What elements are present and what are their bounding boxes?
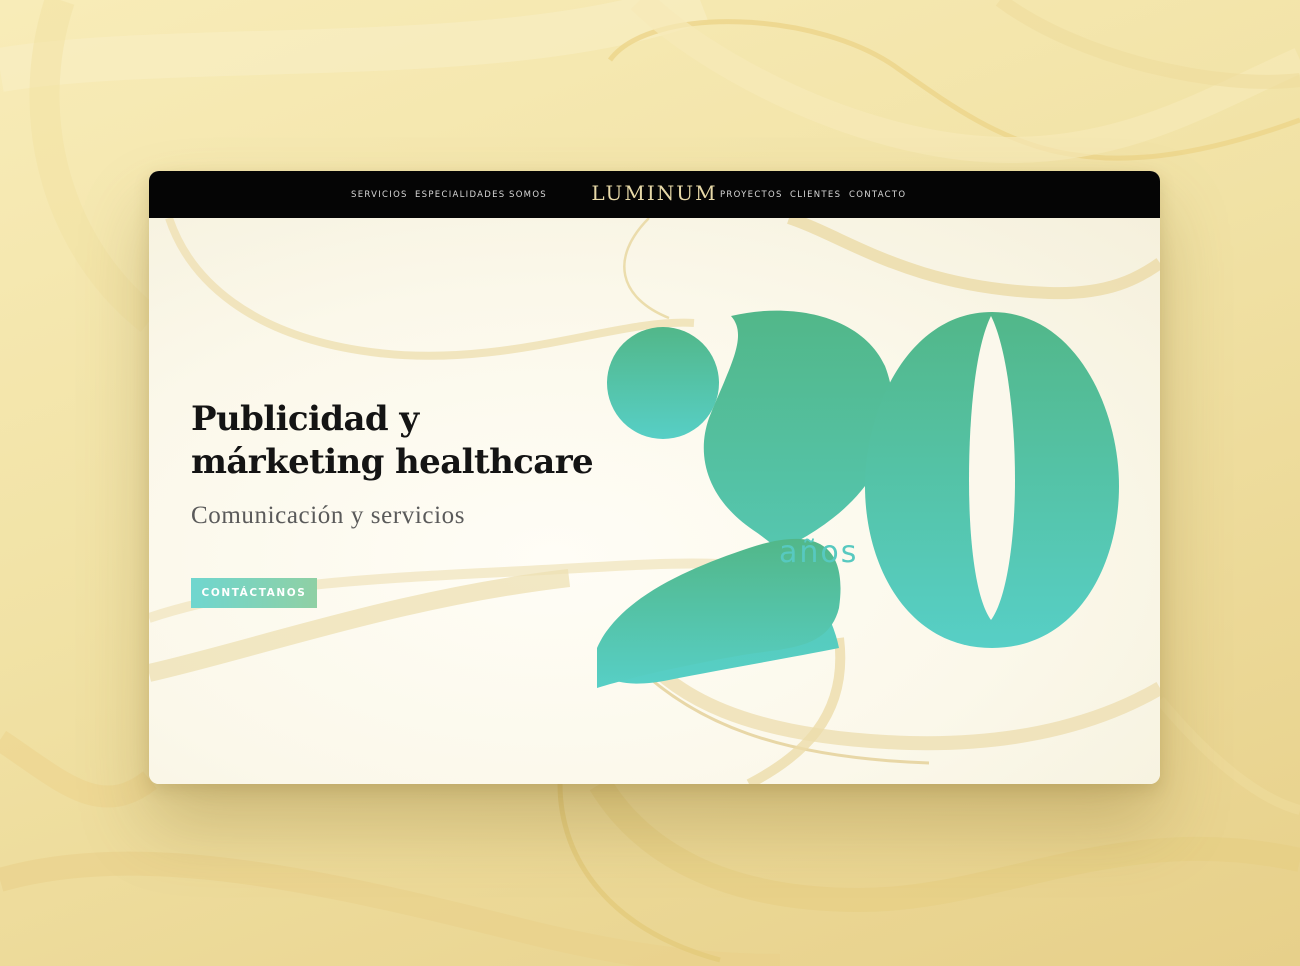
anniversary-years-label: años bbox=[779, 535, 858, 570]
site-logo[interactable]: LUMINUM bbox=[591, 181, 717, 205]
logo-wordmark-container: LUMINUM bbox=[149, 181, 1160, 205]
top-navbar: SERVICIOS ESPECIALIDADES SOMOS LUMINUM P… bbox=[149, 171, 1160, 218]
number-two-shape bbox=[597, 310, 893, 688]
hero-section: años Publicidad y márketing healthcare C… bbox=[149, 218, 1160, 784]
website-window: SERVICIOS ESPECIALIDADES SOMOS LUMINUM P… bbox=[149, 171, 1160, 784]
nav-link-somos[interactable]: SOMOS bbox=[509, 190, 547, 200]
number-zero-shape bbox=[865, 312, 1119, 648]
nav-link-servicios[interactable]: SERVICIOS bbox=[351, 190, 408, 200]
nav-link-contacto[interactable]: CONTACTO bbox=[849, 190, 906, 200]
nav-link-clientes[interactable]: CLIENTES bbox=[790, 190, 841, 200]
hero-subtitle: Comunicación y servicios bbox=[191, 502, 466, 529]
nav-link-proyectos[interactable]: PROYECTOS bbox=[720, 190, 783, 200]
contact-cta-button[interactable]: CONTÁCTANOS bbox=[191, 578, 317, 608]
nav-link-especialidades[interactable]: ESPECIALIDADES bbox=[415, 190, 505, 200]
headline-line-2: márketing healthcare bbox=[191, 442, 594, 482]
hero-headline: Publicidad y márketing healthcare bbox=[191, 398, 594, 484]
hero-artwork: años bbox=[149, 218, 1160, 784]
headline-line-1: Publicidad y bbox=[191, 399, 419, 439]
